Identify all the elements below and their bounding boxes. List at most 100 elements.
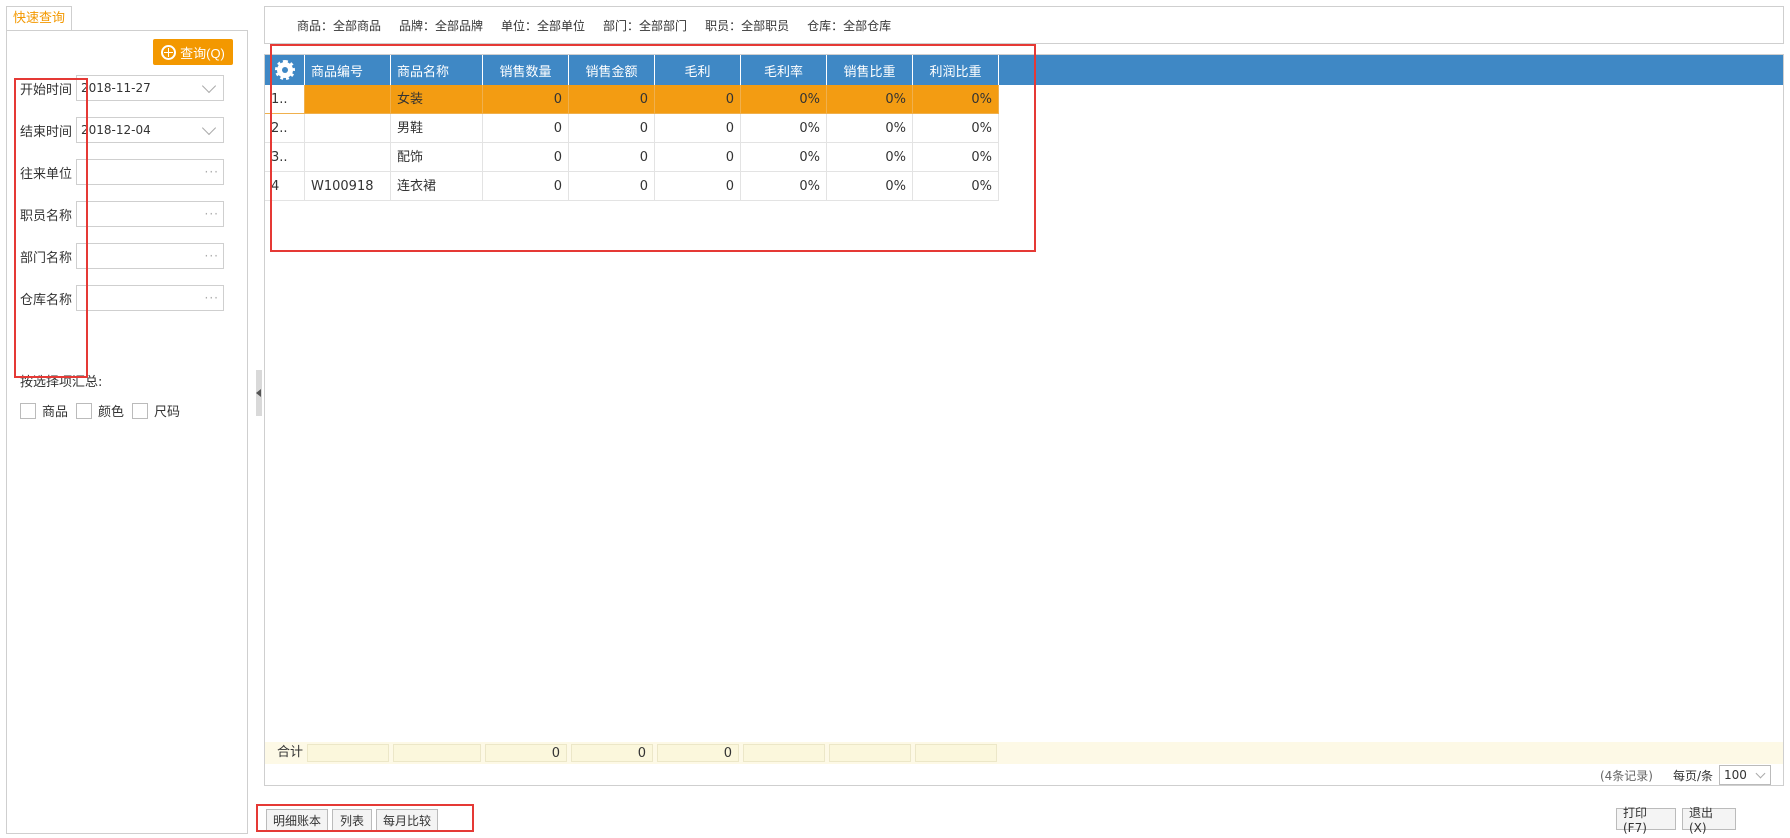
cell-sales-share[interactable]: 0% bbox=[827, 114, 913, 143]
table-row[interactable]: 2.. 男鞋 0 0 0 0% 0% 0% bbox=[265, 114, 999, 143]
cell-profit-rate[interactable]: 0% bbox=[741, 172, 827, 201]
row-number[interactable]: 3.. bbox=[265, 143, 305, 172]
cell-sales-share[interactable]: 0% bbox=[827, 172, 913, 201]
warehouse-input[interactable]: ··· bbox=[76, 285, 224, 311]
cell-amount[interactable]: 0 bbox=[569, 143, 655, 172]
table-row[interactable]: 3.. 配饰 0 0 0 0% 0% 0% bbox=[265, 143, 999, 172]
ellipsis-icon[interactable]: ··· bbox=[205, 249, 219, 263]
column-header-sales-share[interactable]: 销售比重 bbox=[827, 55, 913, 85]
row-number[interactable]: 4 bbox=[265, 172, 305, 201]
column-header-amount[interactable]: 销售金额 bbox=[569, 55, 655, 85]
chevron-down-icon[interactable] bbox=[201, 78, 217, 93]
column-header-profit-rate[interactable]: 毛利率 bbox=[741, 55, 827, 85]
detail-ledger-button[interactable]: 明细账本 bbox=[266, 809, 328, 831]
checkbox-product[interactable]: 商品 bbox=[20, 401, 68, 420]
cell-amount[interactable]: 0 bbox=[569, 172, 655, 201]
cell-profit-rate[interactable]: 0% bbox=[741, 114, 827, 143]
grid-footer-total: 合计 0 0 0 bbox=[265, 742, 1783, 764]
cell-profit[interactable]: 0 bbox=[655, 172, 741, 201]
cell-code[interactable] bbox=[305, 114, 391, 143]
column-header-code[interactable]: 商品编号 bbox=[305, 55, 391, 85]
list-button[interactable]: 列表 bbox=[332, 809, 372, 831]
ellipsis-icon[interactable]: ··· bbox=[205, 291, 219, 305]
cell-qty[interactable]: 0 bbox=[483, 143, 569, 172]
column-settings[interactable] bbox=[265, 55, 305, 85]
ellipsis-icon[interactable]: ··· bbox=[205, 207, 219, 221]
cell-profit-share[interactable]: 0% bbox=[913, 85, 999, 114]
checkbox-box[interactable] bbox=[132, 402, 149, 419]
cell-amount[interactable]: 0 bbox=[569, 85, 655, 114]
cell-code[interactable] bbox=[305, 85, 391, 114]
checkbox-label: 颜色 bbox=[98, 405, 125, 420]
monthly-compare-button[interactable]: 每月比较 bbox=[376, 809, 438, 831]
total-cell-profit-rate bbox=[743, 744, 825, 762]
column-header-qty[interactable]: 销售数量 bbox=[483, 55, 569, 85]
ellipsis-icon[interactable]: ··· bbox=[205, 165, 219, 179]
cell-profit-share[interactable]: 0% bbox=[913, 114, 999, 143]
checkbox-label: 尺码 bbox=[154, 405, 181, 420]
checkbox-box[interactable] bbox=[20, 402, 36, 419]
department-label: 部门名称 bbox=[20, 250, 73, 266]
total-cell-profit-share bbox=[915, 744, 997, 762]
start-date-value: 2018-11-27 bbox=[81, 81, 151, 95]
cell-name[interactable]: 女装 bbox=[391, 85, 483, 114]
cell-amount[interactable]: 0 bbox=[569, 114, 655, 143]
employee-input[interactable]: ··· bbox=[76, 201, 224, 227]
cell-profit-share[interactable]: 0% bbox=[913, 143, 999, 172]
end-date-value: 2018-12-04 bbox=[81, 123, 151, 137]
total-cell-code bbox=[307, 744, 389, 762]
total-amount: 0 bbox=[571, 744, 653, 762]
filter-summary-bar: 商品：全部商品 品牌：全部品牌 单位：全部单位 部门：全部部门 职员：全部职员 … bbox=[264, 6, 1784, 44]
checkbox-color[interactable]: 颜色 bbox=[76, 401, 124, 420]
field-warehouse: 仓库名称 ··· bbox=[20, 285, 224, 311]
start-date-input[interactable]: 2018-11-27 bbox=[76, 75, 224, 101]
cell-sales-share[interactable]: 0% bbox=[827, 85, 913, 114]
cell-profit-rate[interactable]: 0% bbox=[741, 85, 827, 114]
table-row[interactable]: 1.. 女装 0 0 0 0% 0% 0% bbox=[265, 85, 999, 114]
row-number[interactable]: 1.. bbox=[265, 85, 305, 114]
department-input[interactable]: ··· bbox=[76, 243, 224, 269]
cell-qty[interactable]: 0 bbox=[483, 172, 569, 201]
data-grid: 商品编号 商品名称 销售数量 销售金额 毛利 毛利率 销售比重 利润比重 1..… bbox=[264, 54, 1784, 786]
page-size-label: 每页/条 bbox=[1672, 768, 1713, 783]
cell-name[interactable]: 配饰 bbox=[391, 143, 483, 172]
row-number[interactable]: 2.. bbox=[265, 114, 305, 143]
cell-profit[interactable]: 0 bbox=[655, 114, 741, 143]
column-header-profit[interactable]: 毛利 bbox=[655, 55, 741, 85]
query-icon bbox=[161, 44, 177, 60]
chevron-down-icon[interactable] bbox=[201, 120, 217, 135]
end-date-input[interactable]: 2018-12-04 bbox=[76, 117, 224, 143]
field-department: 部门名称 ··· bbox=[20, 243, 224, 269]
checkbox-size[interactable]: 尺码 bbox=[132, 401, 180, 420]
column-header-name[interactable]: 商品名称 bbox=[391, 55, 483, 85]
field-start-date: 开始时间 2018-11-27 bbox=[20, 75, 224, 101]
collapse-panel-handle[interactable] bbox=[256, 370, 262, 416]
cell-profit[interactable]: 0 bbox=[655, 143, 741, 172]
cell-qty[interactable]: 0 bbox=[483, 85, 569, 114]
table-row[interactable]: 4 W100918 连衣裙 0 0 0 0% 0% 0% bbox=[265, 172, 999, 201]
query-button-label: 查询(Q) bbox=[180, 45, 225, 61]
cell-profit[interactable]: 0 bbox=[655, 85, 741, 114]
cell-code[interactable]: W100918 bbox=[305, 172, 391, 201]
tab-quick-query[interactable]: 快速查询 bbox=[6, 6, 73, 30]
cell-name[interactable]: 男鞋 bbox=[391, 114, 483, 143]
warehouse-label: 仓库名称 bbox=[20, 292, 73, 308]
page-size-select[interactable]: 100 bbox=[1719, 765, 1771, 785]
print-button[interactable]: 打印(F7) bbox=[1616, 806, 1676, 835]
cell-name[interactable]: 连衣裙 bbox=[391, 172, 483, 201]
total-cell-name bbox=[393, 744, 481, 762]
query-button[interactable]: 查询(Q) bbox=[153, 39, 233, 65]
checkbox-box[interactable] bbox=[76, 402, 93, 419]
gear-icon[interactable] bbox=[274, 60, 295, 80]
cell-sales-share[interactable]: 0% bbox=[827, 143, 913, 172]
chevron-down-icon bbox=[1755, 768, 1766, 779]
cell-profit-share[interactable]: 0% bbox=[913, 172, 999, 201]
total-cell-sales-share bbox=[829, 744, 911, 762]
column-header-profit-share[interactable]: 利润比重 bbox=[913, 55, 999, 85]
partner-label: 往来单位 bbox=[20, 166, 73, 182]
partner-input[interactable]: ··· bbox=[76, 159, 224, 185]
cell-profit-rate[interactable]: 0% bbox=[741, 143, 827, 172]
exit-button[interactable]: 退出(X) bbox=[1682, 806, 1736, 835]
cell-code[interactable] bbox=[305, 143, 391, 172]
cell-qty[interactable]: 0 bbox=[483, 114, 569, 143]
